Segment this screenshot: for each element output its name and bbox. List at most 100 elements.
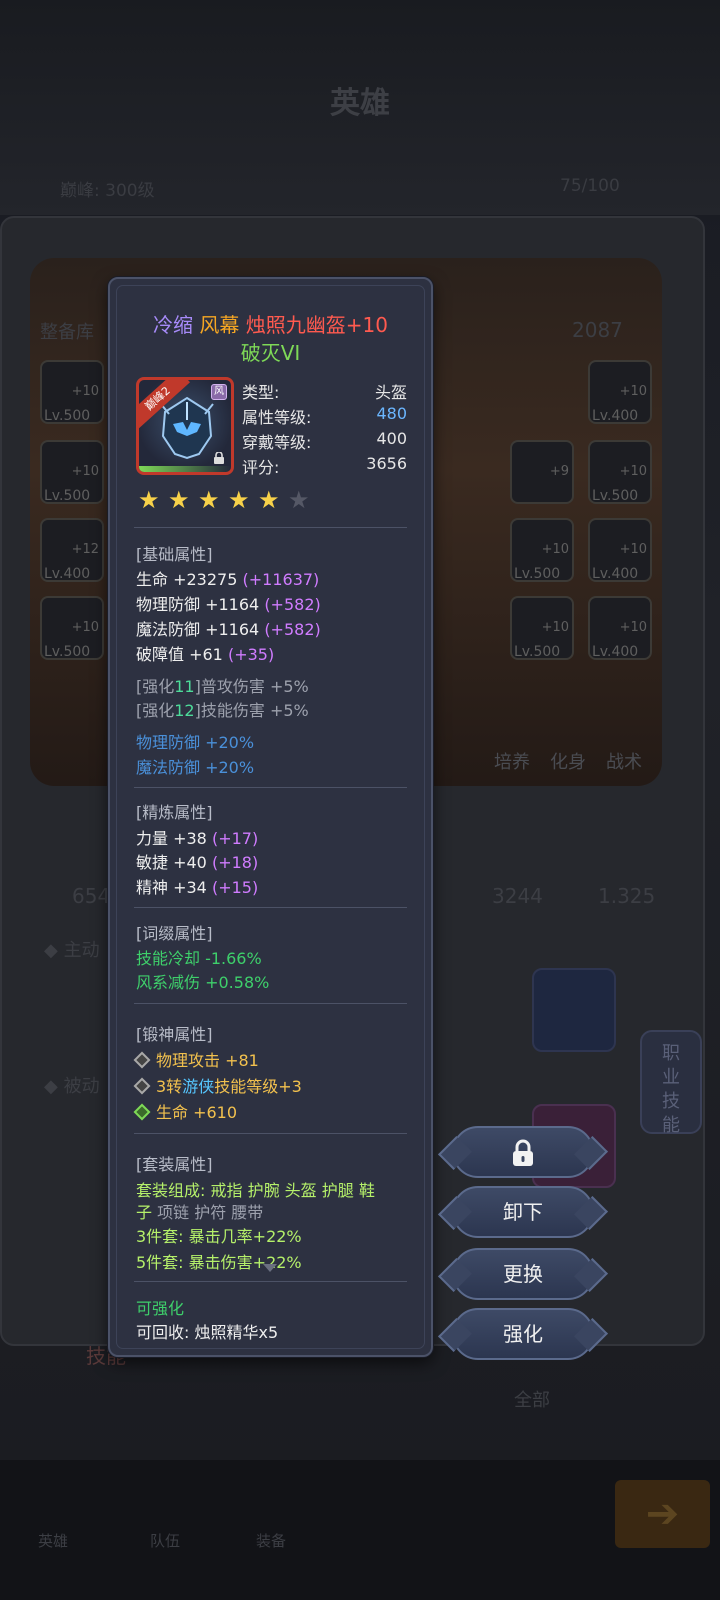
tab-train[interactable]: 培养 xyxy=(494,748,530,774)
enhance-post: ]普攻伤害 +5% xyxy=(194,677,309,696)
equip-slot[interactable]: +10 Lv.500 xyxy=(510,518,574,582)
stat-left: 654 xyxy=(72,884,111,908)
star-filled-icon: ★ xyxy=(228,486,250,514)
attr-text: 生命 +23275 xyxy=(136,570,238,589)
slot-plus: +10 xyxy=(619,464,647,479)
tab-avatar[interactable]: 化身 xyxy=(550,748,586,774)
forge-text: 物理攻击 +81 xyxy=(156,1051,259,1070)
element-badge: 风 xyxy=(211,384,227,400)
item-title: 冷缩 风幕 烛照九幽盔+10 xyxy=(110,309,431,338)
star-empty-icon: ★ xyxy=(288,486,310,514)
enhance-post: ]技能伤害 +5% xyxy=(194,701,309,720)
equip-slot[interactable]: +10 Lv.400 xyxy=(588,518,652,582)
unequip-button[interactable]: 卸下 xyxy=(452,1186,594,1238)
enhance-pre: [强化 xyxy=(136,701,175,720)
enhance-row: [强化12]技能伤害 +5% xyxy=(136,697,309,721)
class-skill-label: 职业技能 xyxy=(662,1043,680,1136)
slot-level: Lv.500 xyxy=(592,488,639,504)
forge-text: 生命 +610 xyxy=(156,1103,238,1122)
extra-attr-row: 物理防御 +20% xyxy=(136,733,255,752)
forge-class: 游侠 xyxy=(182,1077,215,1096)
slot-plus: +10 xyxy=(71,464,99,479)
enhance-button[interactable]: 强化 xyxy=(452,1308,594,1360)
wear-level-label: 穿戴等级: xyxy=(242,433,312,452)
basic-attr-title: [基础属性] xyxy=(136,545,213,564)
passive-skill-label: ◆ 被动 xyxy=(44,1076,100,1097)
class-skill-tab[interactable]: 职业技能 xyxy=(640,1030,702,1136)
slot-plus: +10 xyxy=(619,384,647,399)
item-tooltip: 冷缩 风幕 烛照九幽盔+10 破灭VI 巅峰2 风 类型: 头盔 属性等级: 4… xyxy=(108,277,433,1357)
slot-level: Lv.400 xyxy=(592,566,639,582)
refine-attr-row: 力量 +38 (+17) xyxy=(136,825,258,849)
basic-attr-row: 生命 +23275 (+11637) xyxy=(136,566,319,590)
nav-hero[interactable]: 英雄 xyxy=(38,1530,68,1551)
equip-slot[interactable]: +10 Lv.400 xyxy=(588,360,652,424)
extra-attr-row: 魔法防御 +20% xyxy=(136,758,255,777)
skill-slot[interactable] xyxy=(532,968,616,1052)
item-title-prefix1: 冷缩 xyxy=(153,313,194,337)
item-title-name: 烛照九幽盔+10 xyxy=(245,313,388,337)
attr-bonus: (+582) xyxy=(264,620,321,639)
score-value: 3656 xyxy=(366,454,407,473)
attr-text: 魔法防御 +1164 xyxy=(136,620,260,639)
equip-slot[interactable]: +10 Lv.500 xyxy=(510,596,574,660)
diamond-icon xyxy=(133,1077,151,1094)
equip-slot[interactable]: +10 Lv.400 xyxy=(588,596,652,660)
nav-equip[interactable]: 装备 xyxy=(256,1530,286,1551)
active-skill-label: ◆ 主动 xyxy=(44,940,100,961)
equip-slot[interactable]: +10 Lv.500 xyxy=(40,440,104,504)
hero-count: 75/100 xyxy=(560,176,620,196)
diamond-icon xyxy=(133,1051,151,1068)
equip-slot[interactable]: +10 Lv.500 xyxy=(588,440,652,504)
attr-text: 破障值 +61 xyxy=(136,645,223,664)
slot-plus: +10 xyxy=(71,384,99,399)
star-filled-icon: ★ xyxy=(258,486,280,514)
divider xyxy=(134,907,407,908)
set-label: 套装组成: xyxy=(136,1181,211,1200)
equip-slot[interactable]: +9 xyxy=(510,440,574,504)
equip-library-button[interactable]: 整备库 xyxy=(40,318,94,344)
lock-button[interactable] xyxy=(452,1126,594,1178)
stat-right: 1.325 xyxy=(598,884,656,908)
recycle-text: 可回收: 烛照精华x5 xyxy=(136,1323,279,1342)
replace-button[interactable]: 更换 xyxy=(452,1248,594,1300)
divider xyxy=(134,787,407,788)
slot-plus: +10 xyxy=(541,620,569,635)
equip-slot[interactable]: +12 Lv.400 xyxy=(40,518,104,582)
equip-slot[interactable]: +10 Lv.500 xyxy=(40,360,104,424)
slot-plus: +10 xyxy=(541,542,569,557)
basic-attr-row: 破障值 +61 (+35) xyxy=(136,641,274,665)
enhance-num: 12 xyxy=(174,701,195,720)
affix-row: 技能冷却 -1.66% xyxy=(136,949,262,968)
next-arrow-icon[interactable]: ➔ xyxy=(615,1480,710,1548)
equip-slot[interactable]: +10 Lv.500 xyxy=(40,596,104,660)
basic-attr-row: 物理防御 +1164 (+582) xyxy=(136,591,321,615)
set-composition: 套装组成: 戒指 护腕 头盔 护腿 鞋 xyxy=(136,1177,375,1201)
forge-row: 生命 +610 xyxy=(133,1099,238,1123)
attr-bonus: (+11637) xyxy=(242,570,320,589)
type-value: 头盔 xyxy=(374,383,407,402)
nav-team[interactable]: 队伍 xyxy=(150,1530,180,1551)
type-label: 类型: xyxy=(242,383,280,402)
tab-tactics[interactable]: 战术 xyxy=(606,748,642,774)
helmet-icon xyxy=(160,396,214,460)
item-subtitle: 破灭VI xyxy=(240,341,301,365)
set-bonus-3: 3件套: 暴击几率+22% xyxy=(136,1227,302,1246)
slot-level: Lv.500 xyxy=(44,644,91,660)
attr-text: 物理防御 +1164 xyxy=(136,595,260,614)
power-value: 2087 xyxy=(572,318,623,342)
star-filled-icon: ★ xyxy=(198,486,220,514)
set-items-active: 子 xyxy=(136,1203,153,1222)
divider xyxy=(134,1003,407,1004)
attr-bonus: (+17) xyxy=(211,829,259,848)
forge-attr-title: [锻神属性] xyxy=(136,1025,213,1044)
enhance-pre: [强化 xyxy=(136,677,175,696)
divider xyxy=(134,1133,407,1134)
item-title-prefix2: 风幕 xyxy=(199,313,240,337)
filter-all[interactable]: 全部 xyxy=(514,1386,550,1412)
bottom-nav xyxy=(0,1460,720,1600)
attr-level-value: 480 xyxy=(376,404,407,423)
can-enhance-text: 可强化 xyxy=(136,1299,185,1318)
refine-attr-row: 敏捷 +40 (+18) xyxy=(136,849,258,873)
stat-mid: 3244 xyxy=(492,884,543,908)
